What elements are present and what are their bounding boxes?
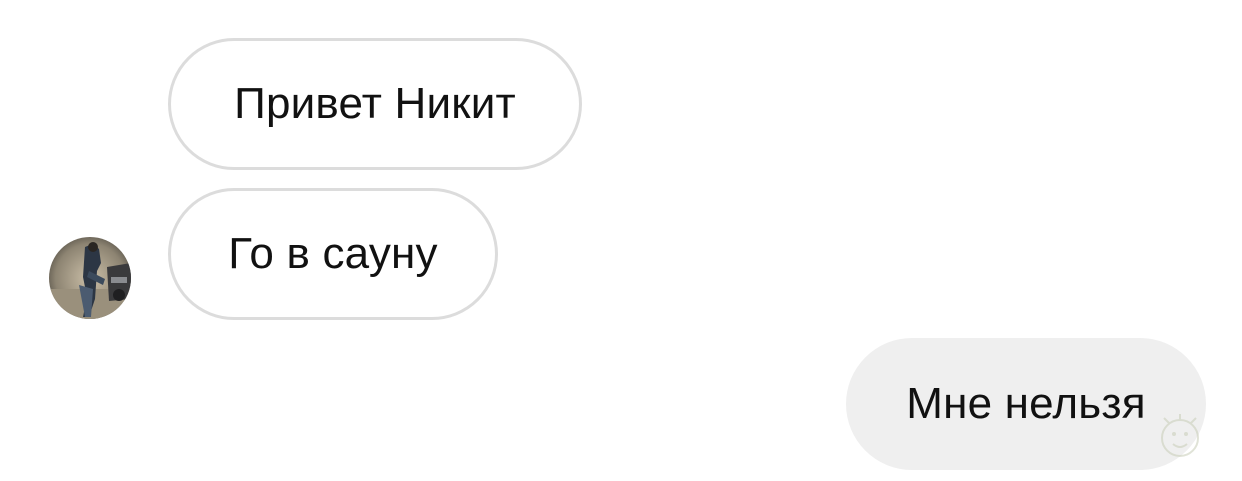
sender-avatar[interactable] bbox=[49, 237, 131, 319]
user-avatar-photo-icon bbox=[49, 237, 131, 319]
message-text: Мне нельзя bbox=[906, 379, 1146, 428]
message-text: Го в сауну bbox=[228, 229, 438, 278]
message-text: Привет Никит bbox=[234, 79, 516, 128]
message-bubble-incoming[interactable]: Привет Никит bbox=[168, 38, 582, 170]
message-bubble-outgoing[interactable]: Мне нельзя bbox=[846, 338, 1206, 470]
chat-thread: Привет Никит Го в сауну Мне нельзя bbox=[0, 0, 1242, 481]
watermark-icon bbox=[1154, 410, 1206, 462]
message-bubble-incoming[interactable]: Го в сауну bbox=[168, 188, 498, 320]
